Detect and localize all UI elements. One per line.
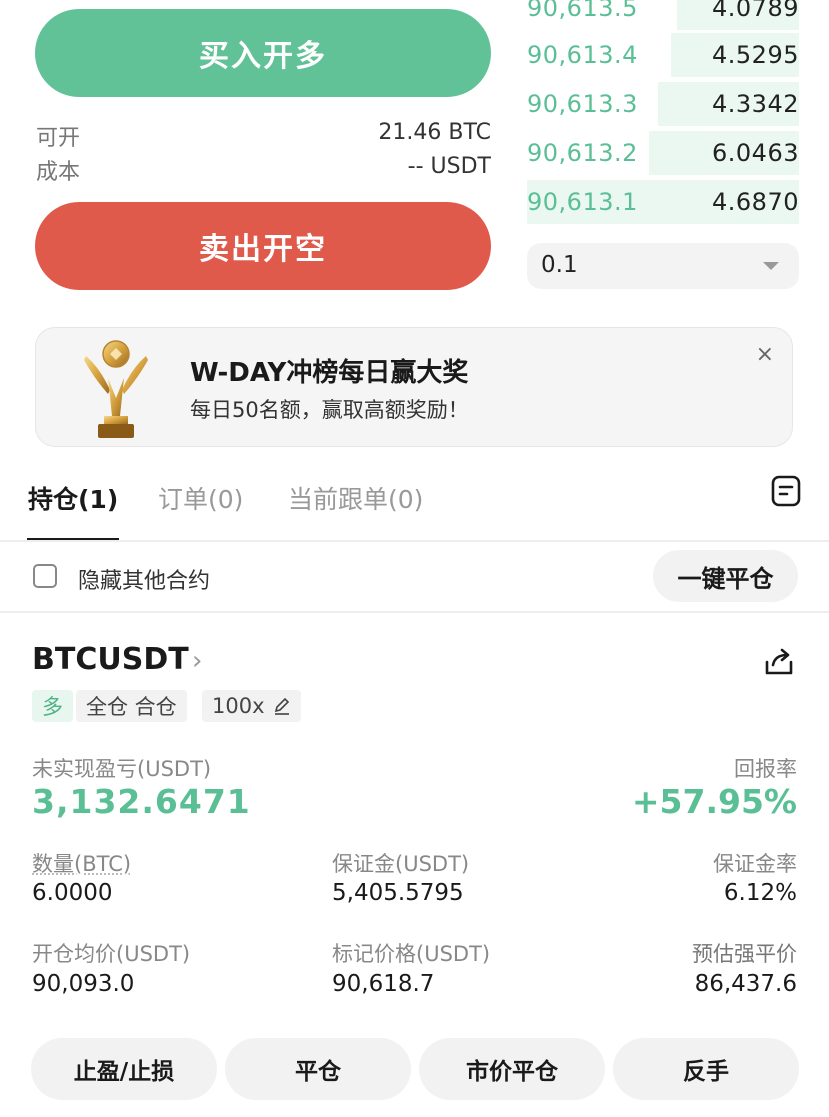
market-close-button[interactable]: 市价平仓 (419, 1038, 605, 1100)
roe-label: 回报率 (734, 757, 797, 781)
orderbook-price: 90,613.2 (527, 139, 638, 167)
leverage-value: 100x (212, 694, 265, 718)
side-badge: 多 (32, 690, 73, 722)
order-history-icon[interactable] (770, 474, 802, 508)
cost-label: 成本 (36, 160, 81, 185)
tab-positions[interactable]: 持仓(1) (28, 480, 118, 516)
orderbook-row[interactable]: 90,613.2 6.0463 (527, 131, 799, 175)
promo-banner[interactable]: W-DAY冲榜每日赢大奖 每日50名额，赢取高额奖励！ × (35, 327, 793, 447)
unrealized-pnl-value: 3,132.6471 (32, 782, 251, 821)
buy-long-button[interactable]: 买入开多 (35, 9, 491, 97)
roe-value: +57.95% (631, 782, 797, 821)
trophy-icon (84, 340, 148, 438)
margin-rate-value: 6.12% (723, 880, 797, 906)
edit-icon (274, 697, 289, 715)
precision-select[interactable]: 0.1 (527, 243, 799, 289)
tp-sl-button[interactable]: 止盈/止损 (31, 1038, 217, 1100)
close-all-button[interactable]: 一键平仓 (653, 550, 798, 602)
tab-orders[interactable]: 订单(0) (158, 480, 243, 516)
mark-price-label: 标记价格(USDT) (332, 942, 491, 966)
close-icon[interactable]: × (756, 342, 774, 367)
hide-other-contracts-checkbox[interactable] (33, 564, 57, 588)
liq-price-label: 预估强平价 (692, 942, 797, 966)
leverage-badge[interactable]: 100x (202, 690, 301, 722)
orderbook-price: 90,613.3 (527, 90, 638, 118)
orderbook-row[interactable]: 90,613.4 4.5295 (527, 33, 799, 77)
quantity-value: 6.0000 (32, 880, 113, 906)
orderbook-size: 4.3342 (712, 90, 799, 118)
orderbook-size: 4.5295 (712, 41, 799, 69)
orderbook-price: 90,613.4 (527, 41, 638, 69)
available-value: 21.46 BTC (378, 120, 491, 145)
close-position-button[interactable]: 平仓 (225, 1038, 411, 1100)
orderbook-size: 4.6870 (712, 188, 799, 216)
orderbook-row[interactable]: 90,613.3 4.3342 (527, 82, 799, 126)
margin-label: 保证金(USDT) (332, 852, 470, 876)
hide-other-contracts-label: 隐藏其他合约 (78, 569, 211, 594)
tab-copy-trades[interactable]: 当前跟单(0) (288, 480, 423, 516)
reverse-button[interactable]: 反手 (613, 1038, 799, 1100)
liq-price-value: 86,437.6 (694, 971, 797, 997)
entry-price-value: 90,093.0 (32, 971, 135, 997)
entry-price-label: 开仓均价(USDT) (32, 942, 191, 966)
orderbook-size: 4.0789 (712, 0, 799, 22)
orderbook-price: 90,613.1 (527, 188, 638, 216)
margin-value: 5,405.5795 (332, 880, 464, 906)
orderbook-price: 90,613.5 (527, 0, 638, 22)
available-label: 可开 (36, 126, 81, 151)
orderbook-row[interactable]: 90,613.5 4.0789 (527, 0, 799, 30)
mark-price-value: 90,618.7 (332, 971, 435, 997)
cost-value: -- USDT (407, 154, 491, 179)
banner-title: W-DAY冲榜每日赢大奖 (190, 358, 469, 388)
quantity-label[interactable]: 数量(BTC) (32, 848, 131, 878)
orderbook-row[interactable]: 90,613.1 4.6870 (527, 180, 799, 224)
sell-short-button[interactable]: 卖出开空 (35, 202, 491, 290)
precision-value: 0.1 (541, 252, 578, 278)
divider (0, 540, 829, 542)
banner-subtitle: 每日50名额，赢取高额奖励！ (190, 398, 469, 422)
chevron-right-icon[interactable]: › (192, 646, 202, 676)
share-icon[interactable] (762, 646, 796, 678)
divider (0, 611, 829, 613)
caret-down-icon (763, 262, 779, 270)
position-symbol[interactable]: BTCUSDT (32, 642, 189, 677)
margin-mode-badge: 全仓 合仓 (76, 690, 187, 722)
unrealized-pnl-label: 未实现盈亏(USDT) (32, 757, 212, 781)
margin-rate-label: 保证金率 (713, 852, 797, 876)
orderbook-size: 6.0463 (712, 139, 799, 167)
